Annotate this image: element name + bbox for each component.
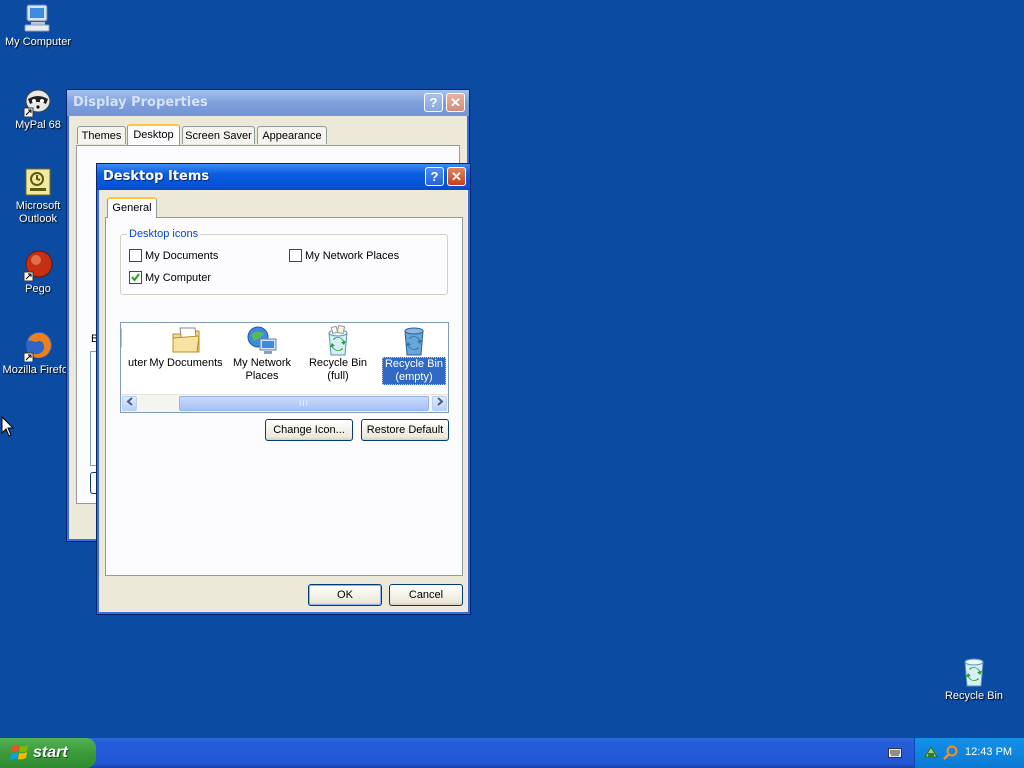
taskbar: start 12:43 PM — [0, 738, 1024, 768]
window-title: Desktop Items — [97, 164, 470, 190]
desktop-icon-firefox[interactable]: Mozilla Firefox — [0, 330, 76, 377]
list-item[interactable]: My Documents — [149, 325, 223, 370]
desktop-icon-label: Pego — [25, 283, 51, 295]
desktop-icon-label: Microsoft Outlook — [15, 200, 61, 225]
desktop-items-dialog: Desktop Items ? ✕ General Desktop icons … — [96, 163, 471, 615]
list-item-label: Recycle Bin — [308, 357, 368, 369]
desktop-icon-label: Recycle Bin — [944, 690, 1004, 702]
tab-panel: Desktop icons My Documents My Network Pl… — [105, 217, 463, 576]
group-title: Desktop icons — [127, 228, 201, 240]
desktop-icon-my-computer[interactable]: My Computer — [0, 2, 76, 49]
my-network-places-checkbox[interactable] — [289, 249, 302, 262]
list-item-label: uter — [128, 357, 147, 369]
keyboard-icon[interactable] — [888, 748, 902, 758]
tab-screen-saver[interactable]: Screen Saver — [182, 126, 255, 144]
desktop-icon-recycle-bin[interactable]: Recycle Bin — [936, 656, 1012, 703]
ok-button[interactable]: OK — [308, 584, 382, 606]
tab-strip: Themes Desktop Screen Saver Appearance — [77, 124, 457, 146]
horizontal-scrollbar[interactable]: III — [121, 394, 448, 412]
desktop-icons-group — [120, 234, 448, 295]
desktop-icon-label: My Computer — [4, 36, 72, 48]
chevron-right-icon — [436, 397, 444, 406]
list-item-label: My Network — [232, 357, 292, 369]
checkmark-icon — [131, 273, 140, 282]
list-item-label: Recycle Bin — [384, 358, 444, 370]
windows-logo-icon — [10, 745, 28, 760]
folder-documents-icon — [172, 327, 200, 353]
list-item[interactable]: Recycle Bin (full) — [301, 325, 375, 383]
recycle-bin-empty-icon — [404, 327, 424, 356]
my-documents-checkbox[interactable] — [129, 249, 142, 262]
window-title: Display Properties — [67, 90, 469, 116]
scroll-grip: III — [299, 399, 309, 408]
tab-themes[interactable]: Themes — [77, 126, 126, 144]
scroll-right-button[interactable] — [432, 396, 447, 411]
mypal-raccoon-icon — [23, 89, 51, 117]
recycle-bin-icon — [964, 658, 984, 687]
help-button[interactable]: ? — [425, 167, 444, 186]
list-item-label-2: (empty) — [395, 371, 433, 383]
search-tray-icon[interactable] — [943, 745, 959, 761]
desktop-icon-mypal[interactable]: MyPal 68 — [0, 85, 76, 132]
checkbox-label: My Documents — [145, 250, 219, 262]
list-item-label: My Documents — [149, 357, 223, 369]
my-computer-icon — [24, 4, 50, 32]
help-button[interactable]: ? — [424, 93, 443, 112]
checkbox-label: My Network Places — [305, 250, 400, 262]
recycle-bin-full-icon — [328, 325, 348, 356]
desktop-icon-outlook[interactable]: Microsoft Outlook — [0, 166, 76, 226]
list-item[interactable]: My Network Places — [225, 325, 299, 383]
mouse-cursor-icon — [1, 416, 15, 437]
network-places-icon — [247, 326, 277, 354]
outlook-icon — [25, 168, 51, 196]
list-item-selected[interactable]: Recycle Bin (empty) — [377, 325, 448, 385]
desktop-icon-label: MyPal 68 — [15, 119, 61, 131]
scroll-thumb[interactable]: III — [179, 396, 429, 411]
tab-appearance[interactable]: Appearance — [257, 126, 327, 144]
close-button[interactable]: ✕ — [446, 93, 465, 112]
checkbox-label: My Computer — [145, 272, 212, 284]
tab-general[interactable]: General — [107, 197, 157, 218]
close-button[interactable]: ✕ — [447, 167, 466, 186]
start-button[interactable]: start — [0, 738, 96, 768]
desktop-icon-pego[interactable]: Pego — [0, 249, 76, 296]
cancel-button[interactable]: Cancel — [389, 584, 463, 606]
list-item-label-2: (full) — [327, 370, 349, 382]
my-computer-checkbox[interactable] — [129, 271, 142, 284]
system-tray: 12:43 PM — [914, 738, 1024, 768]
chevron-left-icon — [125, 397, 133, 406]
pego-icon — [23, 250, 53, 281]
desktop-icon-label: Mozilla Firefox — [2, 364, 74, 376]
firefox-icon — [23, 332, 52, 362]
scroll-left-button[interactable] — [122, 396, 137, 411]
computer-icon — [121, 328, 122, 348]
list-item[interactable]: uter — [121, 325, 147, 370]
tab-strip: General — [107, 197, 307, 219]
icon-list-view[interactable]: uter My Documents My Network Places Recy… — [120, 322, 449, 413]
network-tray-icon[interactable] — [923, 745, 939, 761]
clock[interactable]: 12:43 PM — [965, 746, 1012, 758]
list-item-label-2: Places — [245, 370, 279, 382]
restore-default-button[interactable]: Restore Default — [361, 419, 449, 441]
change-icon-button[interactable]: Change Icon... — [265, 419, 353, 441]
tab-desktop[interactable]: Desktop — [127, 124, 180, 145]
start-label: start — [33, 744, 68, 761]
